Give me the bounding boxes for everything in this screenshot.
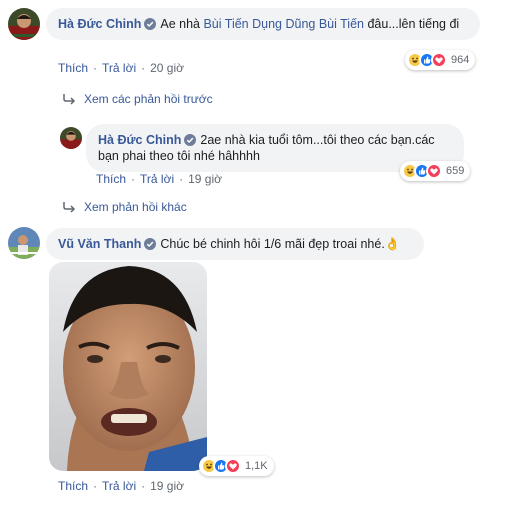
avatar[interactable] xyxy=(8,8,40,40)
love-icon xyxy=(426,163,442,179)
avatar[interactable] xyxy=(60,127,82,149)
timestamp[interactable]: 20 giờ xyxy=(150,61,184,75)
comment-author[interactable]: Hà Đức Chinh xyxy=(58,17,141,31)
love-icon xyxy=(431,52,447,68)
comment-author[interactable]: Hà Đức Chinh xyxy=(98,133,181,147)
reaction-count: 964 xyxy=(451,54,470,66)
verified-badge-icon xyxy=(144,18,156,30)
comment-bubble: Vũ Văn Thanh Chúc bé chinh hôi 1/6 mãi đẹ… xyxy=(46,228,424,260)
mention-link[interactable]: Bùi Tiến Dụng Dũng Bùi Tiến xyxy=(203,17,364,31)
reply-arrow-icon xyxy=(62,93,76,105)
reaction-count: 1,1K xyxy=(245,460,268,472)
love-icon xyxy=(225,458,241,474)
comment-author[interactable]: Vũ Văn Thanh xyxy=(58,237,141,251)
view-more-replies-label: Xem phản hồi khác xyxy=(84,200,187,214)
reply-link[interactable]: Trả lời xyxy=(102,61,136,75)
comment-bubble: Hà Đức Chinh Ae nhà Bùi Tiến Dụng Dũng Bù… xyxy=(46,8,480,40)
view-previous-replies-label: Xem các phản hồi trước xyxy=(84,92,213,106)
like-link[interactable]: Thích xyxy=(96,172,126,186)
reaction-count: 659 xyxy=(446,165,465,177)
view-more-replies[interactable]: Xem phản hồi khác xyxy=(62,200,187,214)
ok-hand-emoji: 👌 xyxy=(384,237,401,251)
verified-badge-icon xyxy=(144,238,156,250)
like-link[interactable]: Thích xyxy=(58,479,88,493)
timestamp[interactable]: 19 giờ xyxy=(188,172,222,186)
verified-badge-icon xyxy=(184,134,196,146)
comment-actions: Thích · Trả lời · 19 giờ xyxy=(58,479,184,493)
reply-link[interactable]: Trả lời xyxy=(140,172,174,186)
timestamp[interactable]: 19 giờ xyxy=(150,479,184,493)
reply-link[interactable]: Trả lời xyxy=(102,479,136,493)
reaction-summary[interactable]: 659 xyxy=(400,161,471,181)
reply-arrow-icon xyxy=(62,201,76,213)
like-link[interactable]: Thích xyxy=(58,61,88,75)
comment-actions: Thích · Trả lời · 19 giờ xyxy=(96,172,222,186)
comment-text: Chúc bé chinh hôi 1/6 mãi đẹp troai nhé. xyxy=(160,237,385,251)
comment-text: đâu...lên tiếng đi xyxy=(364,17,460,31)
comment-photo[interactable] xyxy=(49,262,207,471)
reaction-summary[interactable]: 1,1K xyxy=(199,456,274,476)
comment-text: Ae nhà xyxy=(160,17,204,31)
reaction-summary[interactable]: 964 xyxy=(405,50,476,70)
view-previous-replies[interactable]: Xem các phản hồi trước xyxy=(62,92,213,106)
avatar[interactable] xyxy=(8,227,40,259)
comment-actions: Thích · Trả lời · 20 giờ xyxy=(58,61,184,75)
